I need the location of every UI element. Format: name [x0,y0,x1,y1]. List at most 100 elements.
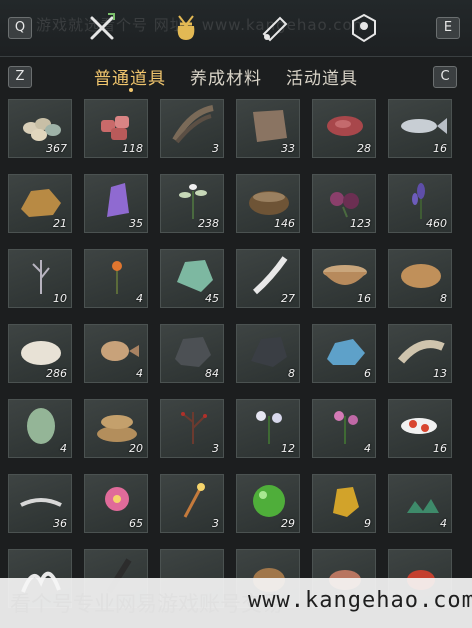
inventory-slot[interactable]: 8 [236,324,300,383]
inventory-slot[interactable]: 286 [8,324,72,383]
tab-common-items[interactable]: 普通道具 [94,64,166,89]
pouch-icon[interactable] [170,12,202,44]
inventory-slot[interactable]: 13 [388,324,452,383]
inventory-slot[interactable]: 9 [312,474,376,533]
shrimp-icon [20,498,62,507]
bone-icon [397,340,445,364]
inventory-slot[interactable]: 3 [160,399,224,458]
jade-stone-icon [177,260,213,292]
inventory-slot[interactable]: 36 [8,474,72,533]
item-count: 3 [212,517,219,530]
inventory-slot[interactable]: 4 [8,399,72,458]
bread-icon [401,264,441,288]
inventory-slot[interactable]: 4 [84,324,148,383]
key-hint-e[interactable]: E [436,17,460,39]
inventory-slot[interactable]: 33 [236,99,300,158]
inventory-slot[interactable]: 4 [388,474,452,533]
watermark-banner: 看个号专业网易游戏账号交易 www.kangehao.com [0,578,472,628]
inventory-slot[interactable]: 65 [84,474,148,533]
key-hint-c[interactable]: C [433,66,457,88]
item-count: 65 [129,517,143,530]
blue-crystal-icon [327,339,365,365]
key-hint-z[interactable]: Z [8,66,32,88]
inventory-slot[interactable]: 27 [236,249,300,308]
item-count: 27 [281,292,295,305]
item-count: 4 [440,517,447,530]
inventory-slot[interactable]: 29 [236,474,300,533]
category-tabs: Z 普通道具 养成材料 活动道具 C [0,60,472,100]
item-count: 3 [212,442,219,455]
item-count: 33 [281,142,295,155]
top-navigation-bar: Q 游戏就选看个号 网址：www.kangehao.com E [0,0,472,57]
koi-fish-icon [401,418,437,434]
dried-twig-icon [32,260,50,294]
item-count: 146 [274,217,295,230]
inventory-slot[interactable]: 20 [84,399,148,458]
white-herb-icon [179,184,207,219]
inventory-slot[interactable]: 3 [160,474,224,533]
fish-icon [401,118,447,134]
item-count: 238 [198,217,219,230]
white-feather-icon [253,256,288,295]
inventory-slot[interactable]: 367 [8,99,72,158]
inventory-grid: 367 118 3 33 28 16 21 35 238 146 123 460 10 4 45 27 16 8 2… [8,99,472,628]
inventory-slot[interactable]: 8 [388,249,452,308]
inventory-slot[interactable]: 10 [8,249,72,308]
inventory-slot[interactable]: 4 [312,399,376,458]
item-count: 35 [129,217,143,230]
item-count: 4 [364,442,371,455]
item-count: 9 [364,517,371,530]
banner-url: www.kangehao.com [248,588,472,613]
item-count: 21 [53,217,67,230]
inventory-slot[interactable]: 12 [236,399,300,458]
inventory-slot[interactable]: 35 [84,174,148,233]
inventory-slot[interactable]: 460 [388,174,452,233]
inventory-slot[interactable]: 146 [236,174,300,233]
hide-icon [253,110,287,142]
item-count: 118 [122,142,143,155]
lavender-icon [412,183,425,219]
inventory-slot[interactable]: 118 [84,99,148,158]
inventory-slot[interactable]: 28 [312,99,376,158]
item-count: 28 [357,142,371,155]
firecracker-icon [183,483,205,518]
red-berries-icon [181,412,207,444]
item-count: 45 [205,292,219,305]
green-crystals-icon [407,499,439,513]
inventory-slot[interactable]: 21 [8,174,72,233]
key-hint-q[interactable]: Q [8,17,32,39]
item-count: 8 [440,292,447,305]
pink-flowers-icon [334,411,358,444]
inventory-slot[interactable]: 4 [84,249,148,308]
inventory-slot[interactable]: 45 [160,249,224,308]
pufferfish-icon [101,341,139,361]
inventory-slot[interactable]: 16 [312,249,376,308]
inventory-slot[interactable]: 238 [160,174,224,233]
iron-ore-icon [175,337,211,367]
map-marker-icon[interactable] [348,12,380,44]
soup-bowl-icon [323,265,367,285]
tab-cultivation-materials[interactable]: 养成材料 [190,64,262,89]
green-orb-icon [253,485,285,517]
pink-blossom-icon [105,487,129,511]
item-count: 13 [433,367,447,380]
banner-text: 看个号专业网易游戏账号交易 [10,592,283,616]
item-count: 460 [426,217,447,230]
item-count: 12 [281,442,295,455]
scroll-icon[interactable] [258,12,290,44]
inventory-slot[interactable]: 16 [388,99,452,158]
amethyst-icon [107,183,129,217]
tab-event-items[interactable]: 活动道具 [286,64,358,89]
item-count: 3 [212,142,219,155]
inventory-slot[interactable]: 3 [160,99,224,158]
item-count: 29 [281,517,295,530]
inventory-slot[interactable]: 16 [388,399,452,458]
inventory-slot[interactable]: 84 [160,324,224,383]
item-count: 4 [136,367,143,380]
purple-flower-icon [330,192,359,218]
inventory-slot[interactable]: 123 [312,174,376,233]
crossed-swords-icon[interactable] [86,12,118,44]
feathers-icon [172,105,214,144]
inventory-slot[interactable]: 6 [312,324,376,383]
item-count: 16 [433,442,447,455]
